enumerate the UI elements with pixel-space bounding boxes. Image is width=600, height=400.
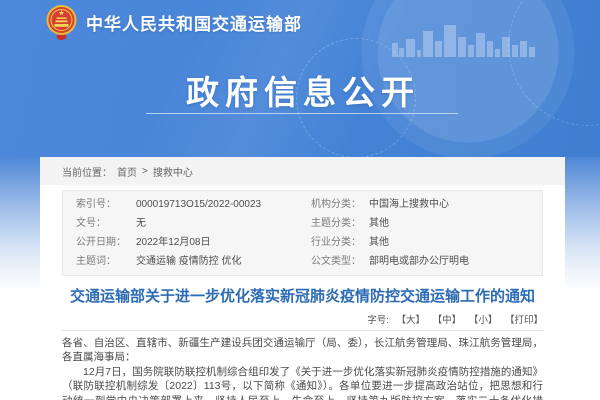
meta-label-doc-no: 文号： — [76, 214, 136, 233]
meta-value-org-category: 中国海上搜救中心 — [369, 195, 542, 214]
meta-label-org-category: 机构分类： — [311, 195, 369, 214]
site-header-home-link[interactable]: 中华人民共和国交通运输部 — [46, 4, 302, 41]
article-body: 各省、自治区、直辖市、新疆生产建设兵团交通运输厅（局、委），长江航务管理局、珠江… — [62, 336, 543, 400]
paragraph-salutation: 各省、自治区、直辖市、新疆生产建设兵团交通运输厅（局、委），长江航务管理局、珠江… — [62, 336, 543, 365]
breadcrumb-home-link[interactable]: 首页 — [117, 164, 137, 179]
meta-label-topic-category: 主题分类： — [311, 214, 369, 233]
breadcrumb-label: 当前位置： — [62, 164, 112, 179]
site-banner: 中华人民共和国交通运输部 政府信息公开 — [0, 0, 600, 157]
meta-label-industry-category: 行业分类： — [311, 233, 369, 252]
breadcrumb-separator: > — [142, 166, 148, 177]
city-skyline-decoration — [392, 19, 537, 57]
meta-label-keywords: 主题词： — [76, 252, 136, 271]
meta-label-index-no: 索引号： — [76, 195, 136, 214]
content-card: 当前位置： 首页 > 搜救中心 索引号： 000019713O15/2022-0… — [40, 157, 565, 400]
meta-label-publish-date: 公开日期： — [76, 233, 136, 252]
banner-title-underline — [146, 113, 458, 114]
meta-value-keywords: 交通运输 疫情防控 优化 — [136, 252, 311, 271]
breadcrumb-current-link[interactable]: 搜救中心 — [153, 164, 193, 179]
national-emblem-icon — [46, 4, 77, 41]
font-size-large-button[interactable]: 【大】 — [397, 315, 426, 326]
print-button[interactable]: 【打印】 — [505, 315, 543, 326]
meta-value-topic-category: 其他 — [369, 214, 542, 233]
site-name: 中华人民共和国交通运输部 — [86, 10, 302, 35]
font-size-small-button[interactable]: 【小】 — [469, 315, 498, 326]
meta-value-doc-no: 无 — [136, 214, 311, 233]
document-metadata-table: 索引号： 000019713O15/2022-00023 机构分类： 中国海上搜… — [62, 190, 543, 276]
meta-value-publish-date: 2022年12月08日 — [136, 233, 311, 252]
meta-value-industry-category: 其他 — [369, 233, 542, 252]
title-divider — [62, 330, 543, 331]
meta-label-doc-type: 公文类型： — [311, 252, 369, 271]
meta-value-doc-type: 部明电或部办公厅明电 — [369, 252, 542, 271]
font-size-label: 字号: — [367, 315, 389, 326]
article-title: 交通运输部关于进一步优化落实新冠肺炎疫情防控交通运输工作的通知 — [62, 287, 543, 307]
paragraph-intro: 12月7日，国务院联防联控机制综合组印发了《关于进一步优化落实新冠肺炎疫情防控措… — [62, 365, 543, 400]
font-size-controls: 字号: 【大】 【中】 【小】 【打印】 — [62, 312, 543, 326]
banner-title: 政府信息公开 — [0, 66, 600, 114]
article-container: 索引号： 000019713O15/2022-00023 机构分类： 中国海上搜… — [40, 190, 565, 400]
font-size-medium-button[interactable]: 【中】 — [433, 315, 462, 326]
breadcrumb: 当前位置： 首页 > 搜救中心 — [40, 157, 565, 185]
meta-value-index-no: 000019713O15/2022-00023 — [136, 195, 311, 214]
